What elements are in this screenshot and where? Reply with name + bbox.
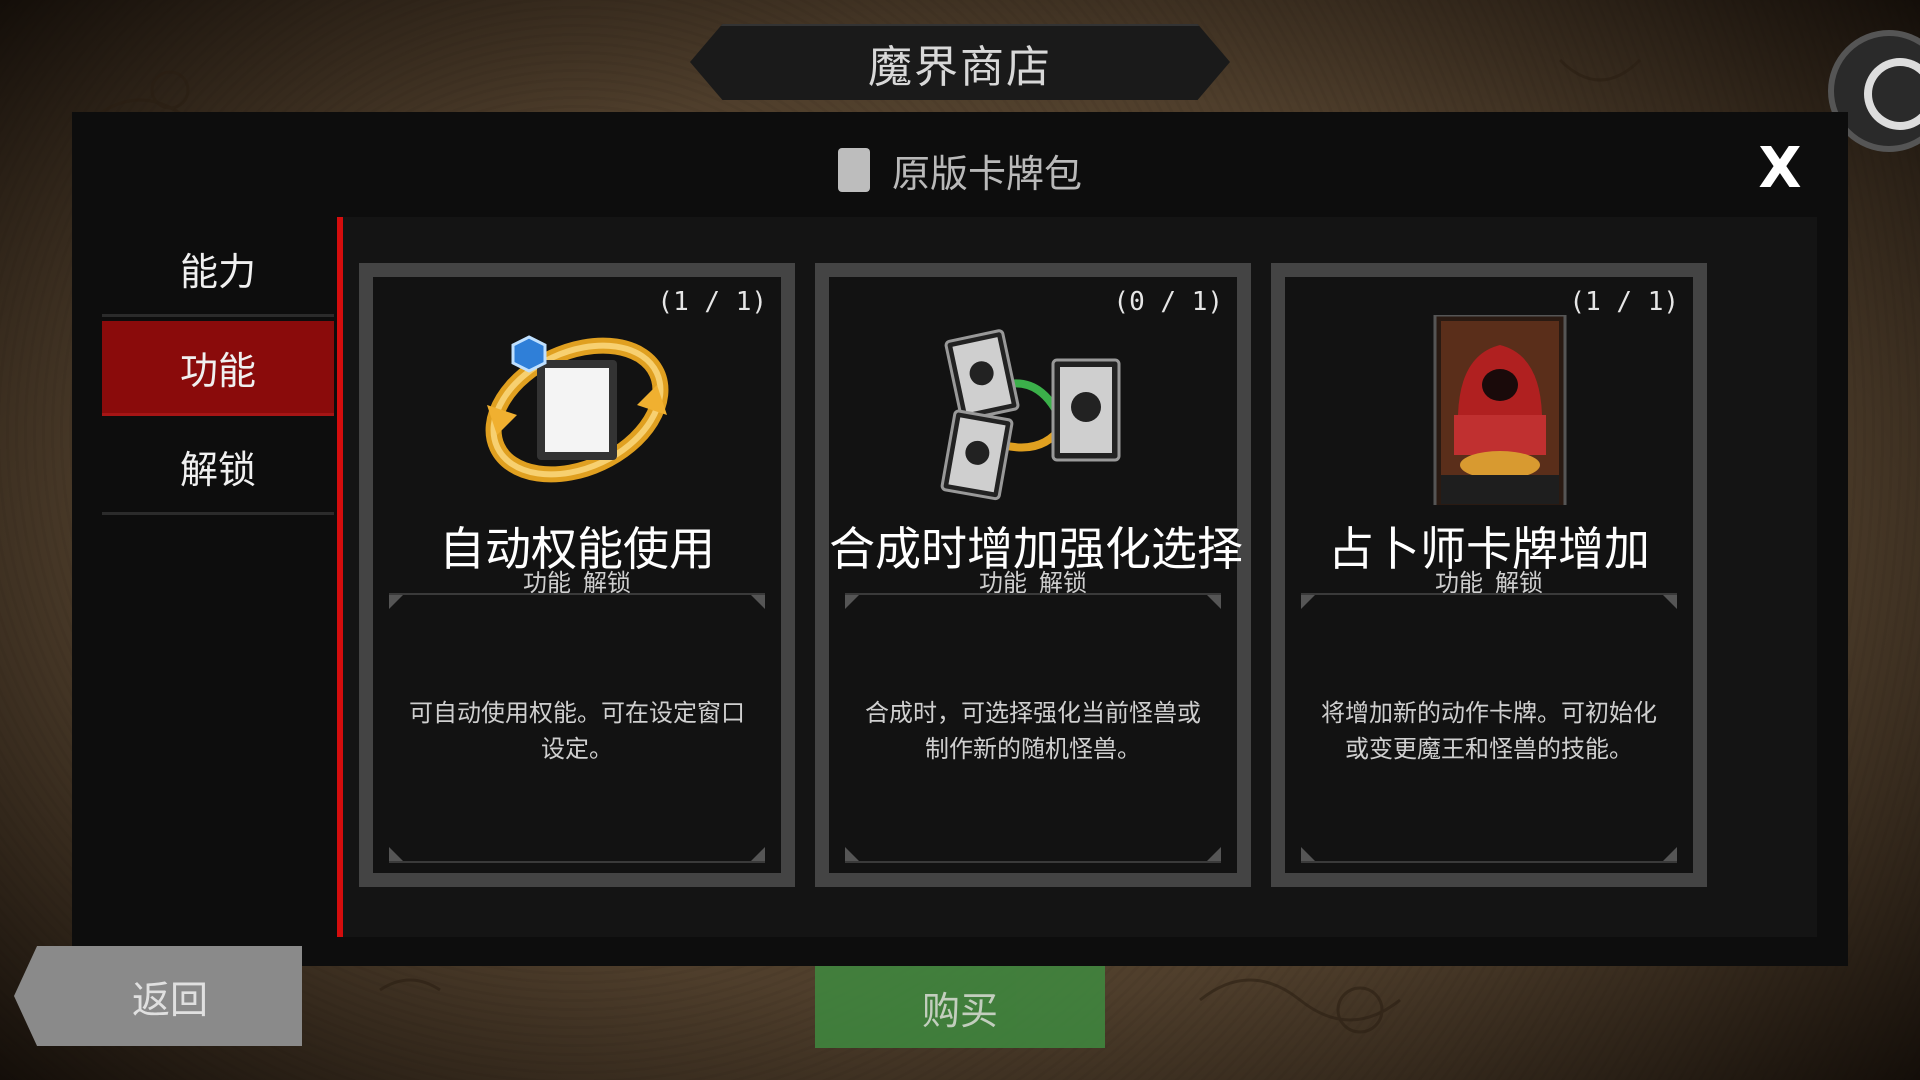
card-description: 可自动使用权能。可在设定窗口设定。 [409,699,745,763]
back-button[interactable]: 返回 [14,946,302,1046]
shop-card-synthesis-choice[interactable]: (0 / 1) 合成时增加强化选择 功能 解锁 合成时，可选择强化当前怪兽或制作… [815,263,1251,887]
card-description: 将增加新的动作卡牌。可初始化或变更魔王和怪兽的技能。 [1321,699,1657,763]
purchase-count: (1 / 1) [1569,287,1679,317]
category-sidebar: 能力 功能 解锁 [102,222,334,519]
buy-button-label: 购买 [921,988,998,1033]
back-button-label: 返回 [131,977,208,1022]
close-button[interactable]: X [1750,136,1810,201]
sidebar-item-function[interactable]: 功能 [102,321,334,416]
card-pack-icon [837,143,870,192]
card-list: (1 / 1) 自动权能使用 功能 解锁 可自动使用权能。可在设定窗口设定。 (… [343,217,1817,937]
sidebar-item-label: 能力 [179,249,256,294]
sidebar-item-label: 功能 [179,348,256,393]
panel-header: 原版卡牌包 [72,140,1848,200]
purchase-count: (1 / 1) [657,287,767,317]
shop-card-fortune-teller[interactable]: (1 / 1) 占卜师卡牌增加 功能解锁 将增加新的动作卡牌。可初始化或变更魔 [1271,263,1707,887]
sidebar-item-ability[interactable]: 能力 [102,222,334,317]
shop-title: 魔界商店 [868,42,1052,93]
shop-title-banner: 魔界商店 [690,24,1230,100]
buy-button[interactable]: 购买 [815,966,1105,1048]
auto-cycle-icon [485,335,669,483]
description-frame: 将增加新的动作卡牌。可初始化或变更魔王和怪兽的技能。 [1301,593,1677,863]
fortune-teller-card-icon [1433,315,1567,505]
card-body: (1 / 1) 占卜师卡牌增加 功能解锁 将增加新的动作卡牌。可初始化或变更魔 [1285,277,1693,873]
shop-card-auto-ability[interactable]: (1 / 1) 自动权能使用 功能 解锁 可自动使用权能。可在设定窗口设定。 [359,263,795,887]
shop-panel: 原版卡牌包 X 能力 功能 解锁 (1 / 1) 自动权能使用 功能 解锁 可自… [72,112,1848,966]
sidebar-item-unlock[interactable]: 解锁 [102,420,334,515]
card-body: (1 / 1) 自动权能使用 功能 解锁 可自动使用权能。可在设定窗口设定。 [373,277,781,873]
description-frame: 合成时，可选择强化当前怪兽或制作新的随机怪兽。 [845,593,1221,863]
card-body: (0 / 1) 合成时增加强化选择 功能 解锁 合成时，可选择强化当前怪兽或制作… [829,277,1243,873]
purchase-count: (0 / 1) [1113,287,1223,317]
card-description: 合成时，可选择强化当前怪兽或制作新的随机怪兽。 [865,699,1201,763]
sidebar-item-label: 解锁 [179,447,256,492]
description-frame: 可自动使用权能。可在设定窗口设定。 [389,593,765,863]
synthesis-cards-icon [940,329,1121,501]
panel-title: 原版卡牌包 [891,151,1082,196]
